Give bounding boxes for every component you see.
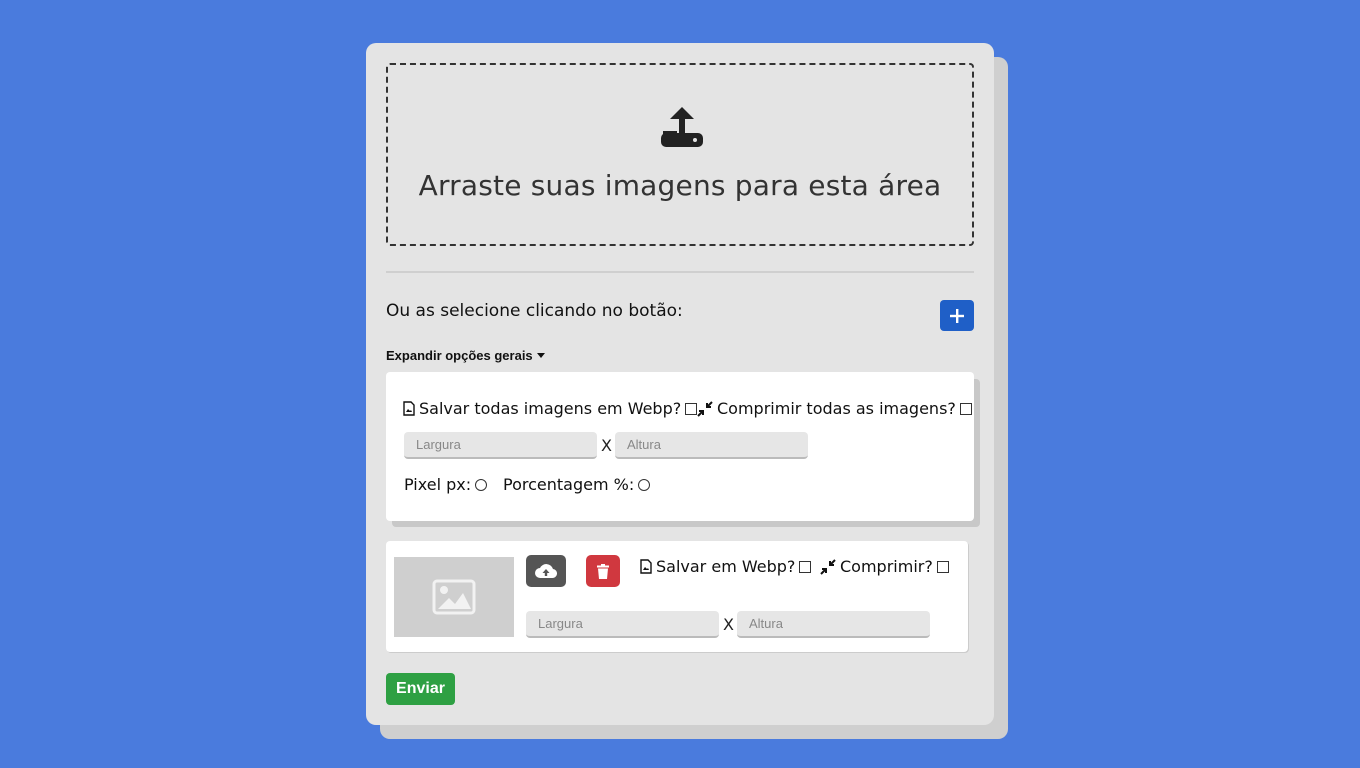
webp-option: Salvar em Webp?: [640, 557, 812, 576]
dropzone-text: Arraste suas imagens para esta área: [418, 169, 942, 202]
upload-card: Arraste suas imagens para esta área Ou a…: [366, 43, 994, 725]
divider: [386, 271, 974, 273]
delete-image-button[interactable]: [586, 555, 620, 587]
item-height-input[interactable]: [737, 611, 930, 638]
caret-down-icon: [536, 353, 545, 358]
plus-icon: [950, 308, 964, 323]
percent-radio[interactable]: [638, 478, 651, 491]
file-image-icon: [403, 401, 415, 416]
upload-image-button[interactable]: [526, 555, 566, 587]
pixel-label: Pixel px:: [404, 475, 472, 494]
add-image-button[interactable]: [940, 300, 974, 331]
pixel-option: Pixel px:: [404, 475, 488, 494]
compress-option: Comprimir?: [820, 557, 949, 576]
webp-all-option: Salvar todas imagens em Webp?: [403, 399, 698, 418]
cloud-upload-icon: [535, 564, 557, 579]
pixel-radio[interactable]: [475, 478, 488, 491]
compress-icon: [697, 400, 713, 417]
webp-all-checkbox[interactable]: [685, 402, 698, 415]
compress-all-label: Comprimir todas as imagens?: [717, 399, 956, 418]
expand-options-toggle[interactable]: Expandir opções gerais: [386, 348, 545, 363]
compress-all-checkbox[interactable]: [959, 402, 972, 415]
expand-options-label: Expandir opções gerais: [386, 348, 533, 363]
width-input[interactable]: [404, 432, 597, 459]
webp-all-label: Salvar todas imagens em Webp?: [419, 399, 682, 418]
item-width-input[interactable]: [526, 611, 719, 638]
image-thumbnail: [394, 557, 514, 637]
compress-label: Comprimir?: [840, 557, 933, 576]
select-label: Ou as selecione clicando no botão:: [386, 301, 683, 321]
upload-icon: [661, 107, 703, 147]
dropzone[interactable]: Arraste suas imagens para esta área: [386, 63, 974, 246]
webp-checkbox[interactable]: [799, 560, 812, 573]
percent-label: Porcentagem %:: [503, 475, 635, 494]
webp-label: Salvar em Webp?: [656, 557, 796, 576]
image-placeholder-icon: [432, 579, 476, 615]
trash-icon: [597, 563, 609, 579]
image-item: Salvar em Webp? Comprimir? X: [386, 541, 968, 652]
item-dimension-separator: X: [723, 615, 734, 634]
compress-all-option: Comprimir todas as imagens?: [697, 399, 972, 418]
height-input[interactable]: [615, 432, 808, 459]
send-button[interactable]: Enviar: [386, 673, 455, 705]
percent-option: Porcentagem %:: [503, 475, 651, 494]
file-image-icon: [640, 559, 652, 574]
dimension-separator: X: [601, 436, 612, 455]
compress-checkbox[interactable]: [936, 560, 949, 573]
compress-icon: [820, 558, 836, 575]
general-options-panel: Salvar todas imagens em Webp? Comprimir …: [386, 372, 974, 521]
